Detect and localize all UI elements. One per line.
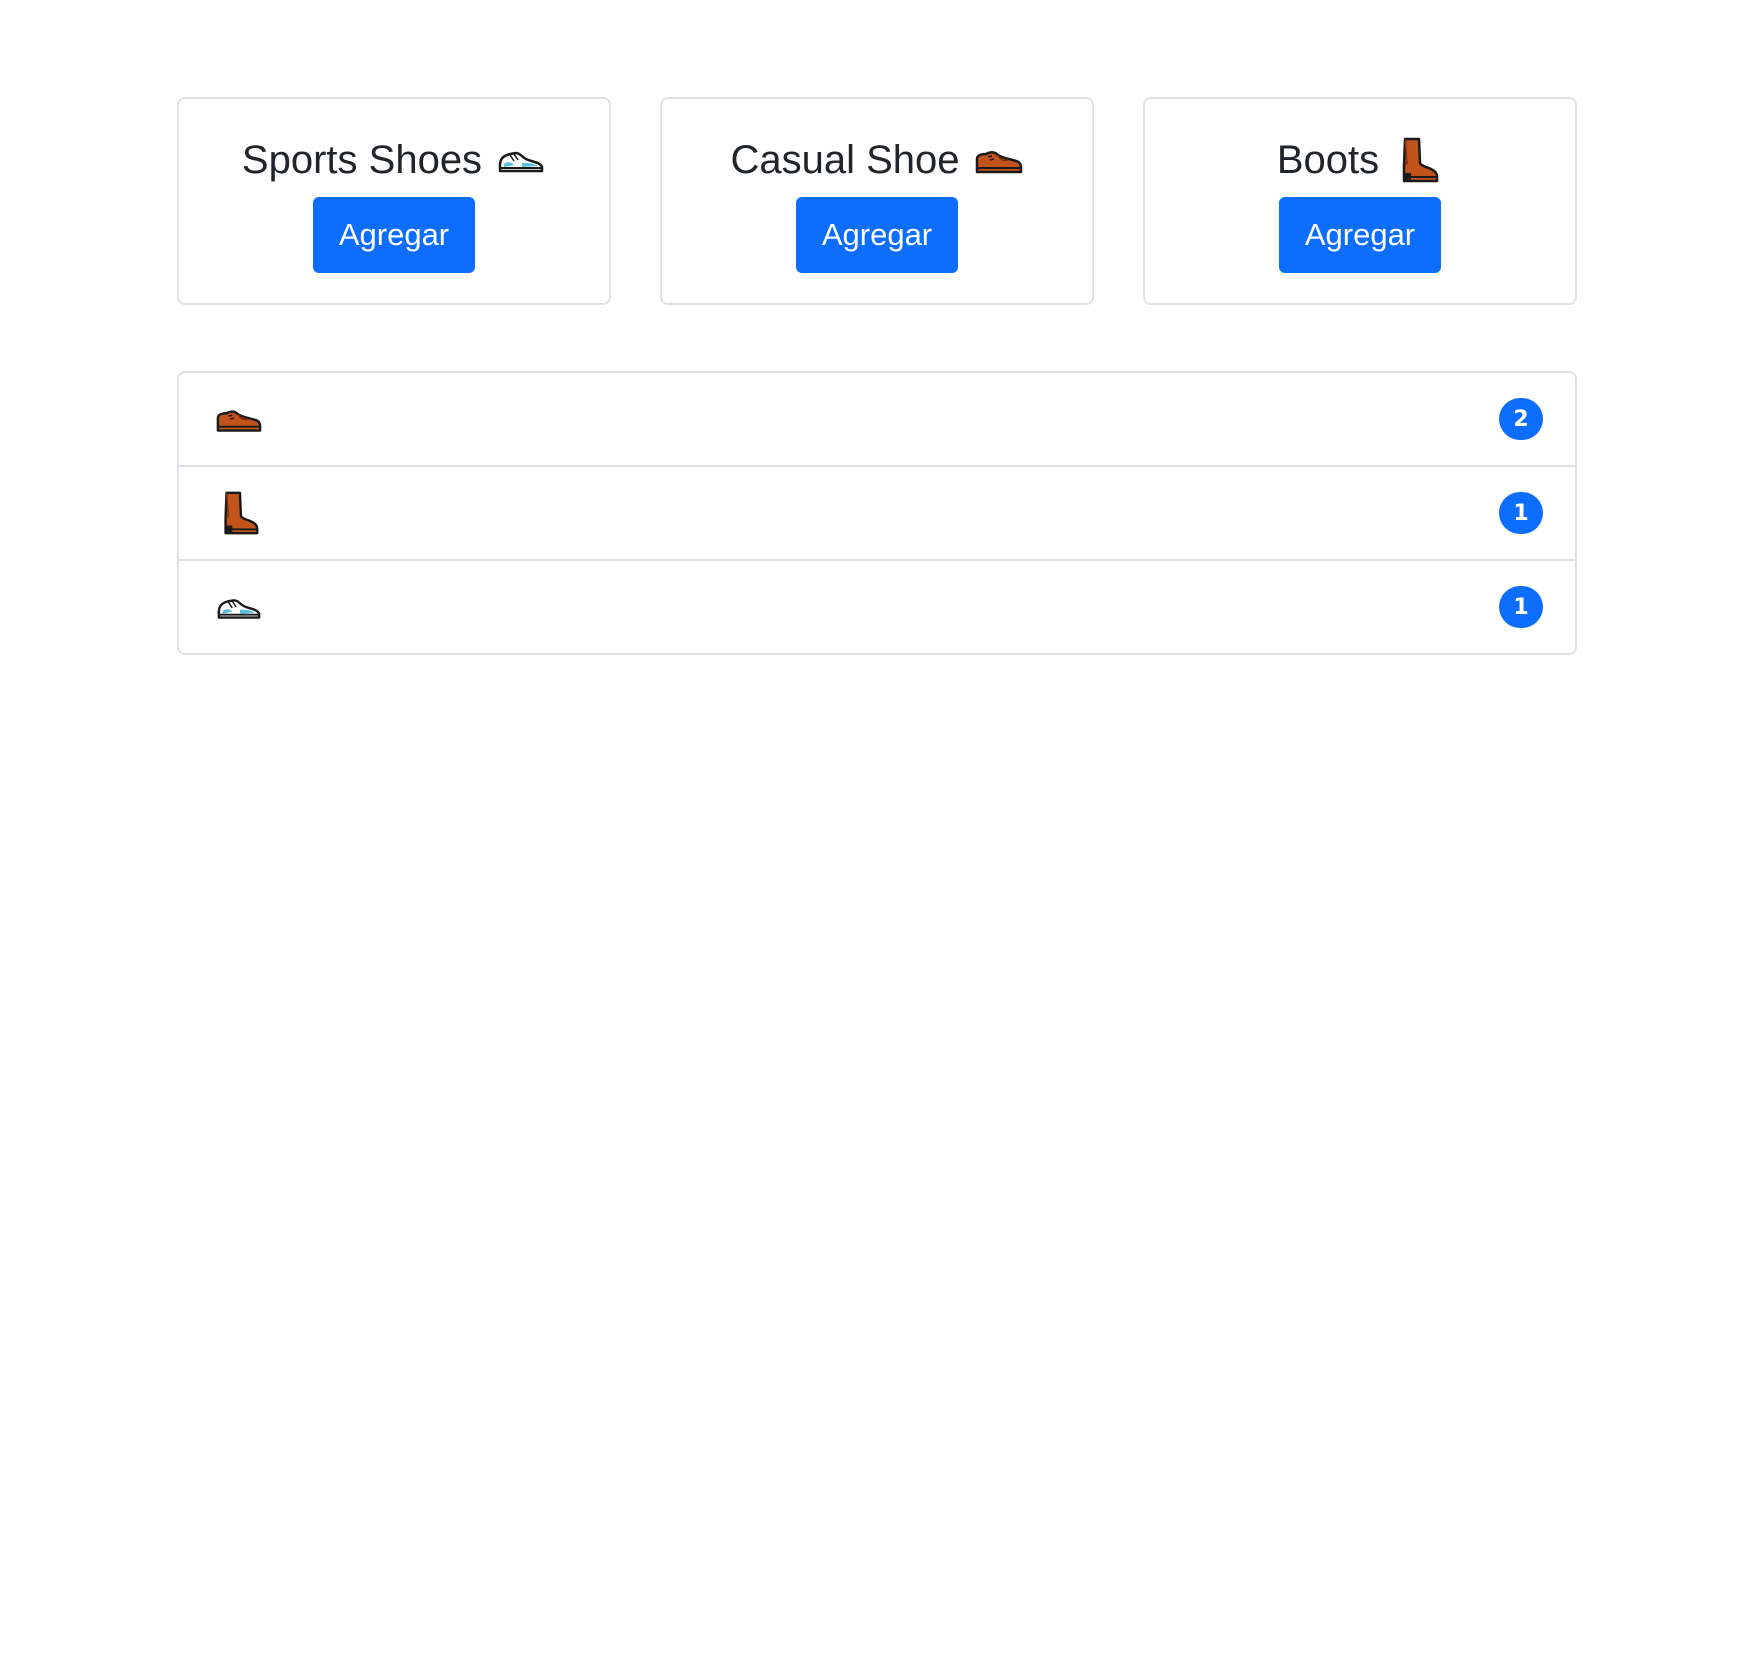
product-card-casual-shoe: Casual Shoe Agregar [660, 97, 1094, 305]
quantity-badge: 1 [1499, 492, 1543, 534]
add-sports-shoes-button[interactable]: Agregar [312, 197, 476, 273]
product-name: Boots [1276, 138, 1380, 182]
mans-shoe-icon [215, 395, 263, 443]
quantity-badge: 1 [1499, 586, 1543, 628]
product-name: Casual Shoe [730, 138, 960, 182]
product-card-sports-shoes: Sports Shoes Agregar [177, 97, 611, 305]
cart-item-boots: 1 [179, 467, 1575, 561]
app-container: Sports Shoes Agregar Casual Shoe Agregar… [177, 97, 1577, 655]
cart-item-casual-shoe: 2 [179, 373, 1575, 467]
product-list: Sports Shoes Agregar Casual Shoe Agregar… [177, 97, 1577, 305]
boot-icon [1393, 135, 1443, 185]
running-shoe-icon [215, 583, 263, 631]
product-title: Boots [1277, 135, 1443, 185]
cart-list: 2 1 1 [177, 371, 1577, 655]
mans-shoe-icon [974, 135, 1024, 185]
product-card-boots: Boots Agregar [1143, 97, 1577, 305]
product-title: Casual Shoe [730, 135, 1023, 185]
boot-icon [215, 489, 263, 537]
cart-item-sports-shoes: 1 [179, 561, 1575, 653]
add-casual-shoe-button[interactable]: Agregar [795, 197, 959, 273]
add-boots-button[interactable]: Agregar [1278, 197, 1442, 273]
running-shoe-icon [496, 135, 546, 185]
product-name: Sports Shoes [241, 138, 483, 182]
quantity-badge: 2 [1499, 398, 1543, 440]
product-title: Sports Shoes [242, 135, 546, 185]
